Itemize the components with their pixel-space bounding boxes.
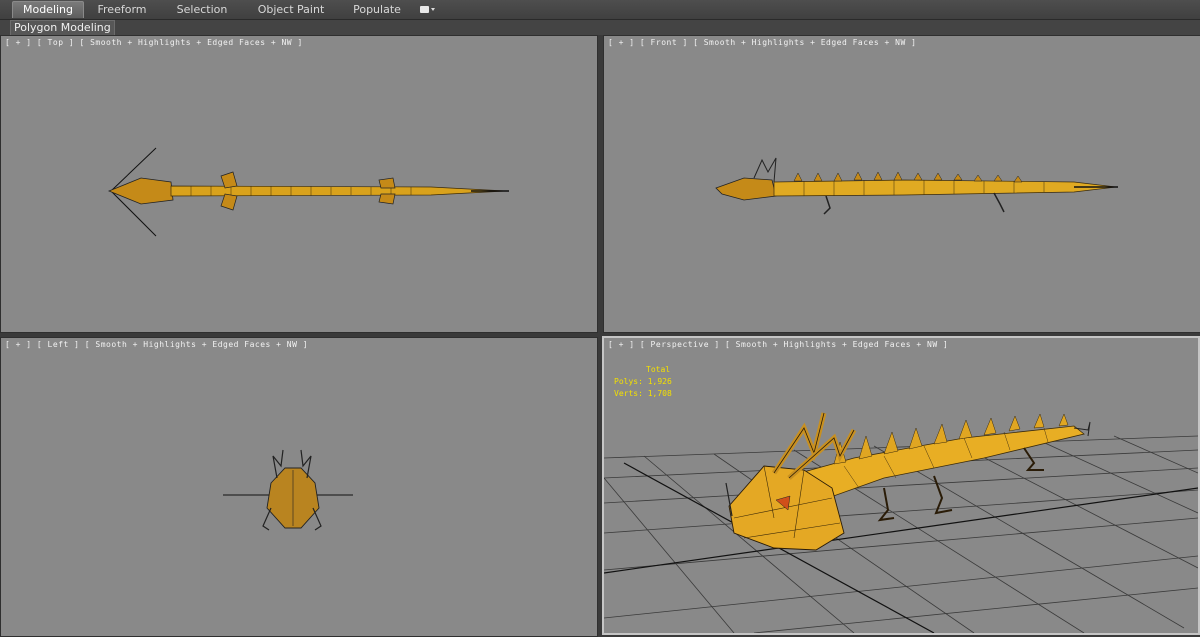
viewport-top[interactable]: [ + ] [ Top ] [ Smooth + Highlights + Ed…	[0, 35, 598, 333]
tab-object-paint[interactable]: Object Paint	[250, 2, 332, 18]
dragon-model-left	[223, 449, 353, 531]
viewport-front[interactable]: [ + ] [ Front ] [ Smooth + Highlights + …	[603, 35, 1200, 333]
perspective-scene	[604, 412, 1198, 633]
viewport-perspective[interactable]: [ + ] [ Perspective ] [ Smooth + Highlig…	[602, 336, 1200, 635]
tab-freeform[interactable]: Freeform	[86, 2, 158, 18]
ribbon-options-icon	[420, 6, 429, 13]
polygon-modeling-label[interactable]: Polygon Modeling	[10, 20, 115, 36]
ribbon-tab-bar: Modeling Freeform Selection Object Paint…	[0, 0, 1200, 20]
tab-modeling[interactable]: Modeling	[12, 1, 84, 18]
ribbon-options-dropdown[interactable]	[420, 3, 440, 16]
tab-populate[interactable]: Populate	[342, 2, 412, 18]
chevron-down-icon	[431, 8, 435, 11]
tab-selection[interactable]: Selection	[166, 2, 238, 18]
viewport-left[interactable]: [ + ] [ Left ] [ Smooth + Highlights + E…	[0, 337, 598, 637]
dragon-model-front	[715, 157, 1118, 215]
ribbon-panel: Polygon Modeling	[0, 20, 1200, 36]
dragon-model-top	[107, 147, 509, 237]
